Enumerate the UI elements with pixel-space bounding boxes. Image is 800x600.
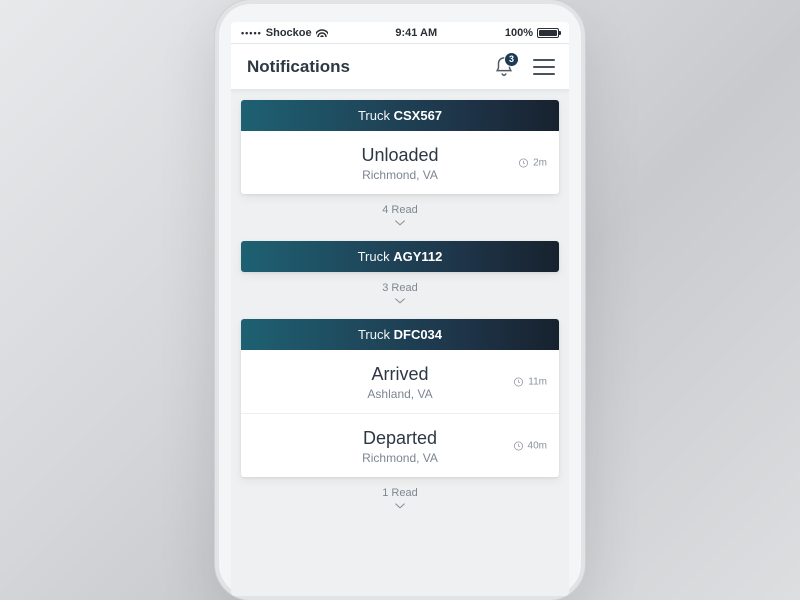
- carrier-label: Shockoe: [266, 27, 312, 39]
- clock-icon: [513, 376, 524, 387]
- app-header: Notifications 3: [231, 44, 569, 90]
- chevron-down-icon: [241, 218, 559, 231]
- screen: Shockoe 9:41 AM 100% Notifications 3: [231, 22, 569, 596]
- notifications-button[interactable]: 3: [493, 56, 515, 78]
- truck-id: CSX567: [394, 108, 442, 123]
- read-count-label: 1 Read: [241, 487, 559, 499]
- read-expand[interactable]: 3 Read: [241, 278, 559, 319]
- chevron-down-icon: [241, 296, 559, 309]
- wifi-icon: [316, 28, 328, 37]
- bell-icon: [493, 65, 515, 82]
- notification-entry[interactable]: Arrived Ashland, VA 11m: [241, 350, 559, 413]
- entry-status: Arrived: [251, 364, 549, 385]
- phone-frame: Shockoe 9:41 AM 100% Notifications 3: [215, 0, 585, 600]
- status-bar: Shockoe 9:41 AM 100%: [231, 22, 569, 44]
- entry-time: 2m: [518, 157, 547, 168]
- signal-dots-icon: [241, 27, 262, 39]
- truck-id: DFC034: [394, 327, 442, 342]
- notification-card: Truck DFC034 Arrived Ashland, VA 11m Dep…: [241, 319, 559, 477]
- chevron-down-icon: [241, 501, 559, 514]
- card-header: Truck DFC034: [241, 319, 559, 350]
- read-count-label: 3 Read: [241, 282, 559, 294]
- page-title: Notifications: [247, 57, 350, 77]
- read-count-label: 4 Read: [241, 204, 559, 216]
- truck-label: Truck: [358, 108, 390, 123]
- notification-card: Truck CSX567 Unloaded Richmond, VA 2m: [241, 100, 559, 194]
- read-expand[interactable]: 4 Read: [241, 200, 559, 241]
- notification-badge: 3: [504, 52, 519, 67]
- truck-id: AGY112: [393, 249, 442, 264]
- entry-location: Richmond, VA: [251, 451, 549, 465]
- notifications-list[interactable]: Truck CSX567 Unloaded Richmond, VA 2m 4 …: [231, 90, 569, 596]
- notification-entry[interactable]: Departed Richmond, VA 40m: [241, 413, 559, 477]
- entry-status: Departed: [251, 428, 549, 449]
- clock-label: 9:41 AM: [395, 27, 437, 39]
- clock-icon: [518, 157, 529, 168]
- battery-label: 100%: [505, 27, 533, 39]
- read-expand[interactable]: 1 Read: [241, 483, 559, 524]
- entry-time: 11m: [513, 376, 547, 387]
- truck-label: Truck: [358, 249, 390, 264]
- entry-location: Richmond, VA: [251, 168, 549, 182]
- entry-status: Unloaded: [251, 145, 549, 166]
- card-header: Truck CSX567: [241, 100, 559, 131]
- clock-icon: [513, 440, 524, 451]
- menu-button[interactable]: [533, 59, 555, 75]
- notification-entry[interactable]: Unloaded Richmond, VA 2m: [241, 131, 559, 194]
- battery-icon: [537, 28, 559, 38]
- entry-time: 40m: [513, 440, 547, 451]
- truck-label: Truck: [358, 327, 390, 342]
- notification-card: Truck AGY112: [241, 241, 559, 272]
- entry-location: Ashland, VA: [251, 387, 549, 401]
- card-header: Truck AGY112: [241, 241, 559, 272]
